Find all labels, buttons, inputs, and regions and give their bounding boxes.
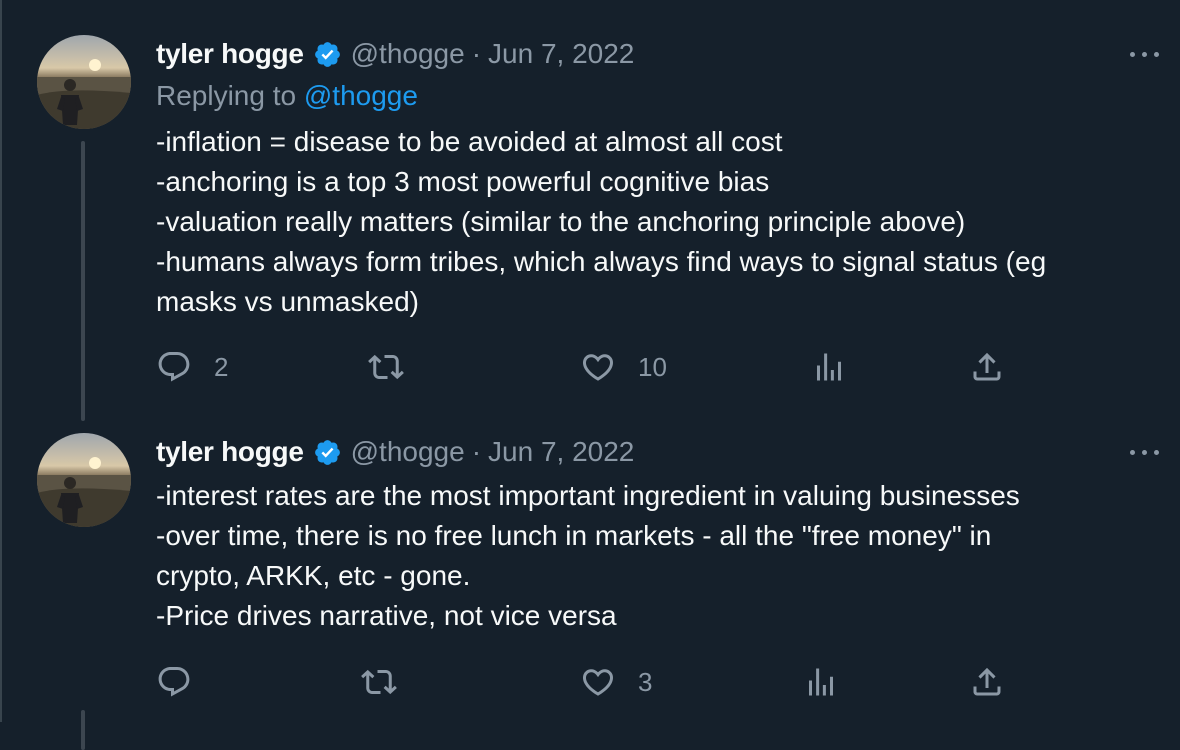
reply-icon <box>158 352 190 382</box>
replying-to: Replying to @thogge <box>156 80 418 112</box>
tweet-actions: 3 <box>156 662 1016 702</box>
thread-connector <box>81 141 85 421</box>
separator: · <box>471 436 482 467</box>
tweet-header: tyler hogge @thogge · Jun 7, 2022 <box>156 432 634 472</box>
tweet[interactable]: tyler hogge @thogge · Jun 7, 2022 -inter… <box>0 412 1180 750</box>
tweet-line: -anchoring is a top 3 most powerful cogn… <box>156 166 770 197</box>
share-button[interactable] <box>969 662 1005 702</box>
tweet-line: -over time, there is no free lunch in ma… <box>156 520 992 551</box>
tweet-line: -inflation = disease to be avoided at al… <box>156 126 783 157</box>
avatar[interactable] <box>37 433 131 527</box>
thread-connector <box>81 710 85 750</box>
author-handle[interactable]: @thogge <box>351 38 465 70</box>
tweet[interactable]: tyler hogge @thogge · Jun 7, 2022 Replyi… <box>0 0 1180 421</box>
tweet-line: crypto, ARKK, etc - gone. <box>156 560 471 591</box>
like-count: 10 <box>638 351 667 382</box>
share-icon <box>973 667 1001 696</box>
author-handle[interactable]: @thogge <box>351 436 465 468</box>
tweet-text: -inflation = disease to be avoided at al… <box>156 122 1166 322</box>
views-icon <box>817 353 841 381</box>
tweet-actions: 2 10 <box>156 347 1016 387</box>
tweet-header: tyler hogge @thogge · Jun 7, 2022 <box>156 34 634 74</box>
like-button[interactable]: 3 <box>580 662 652 702</box>
reply-button[interactable]: 2 <box>156 347 228 387</box>
avatar[interactable] <box>37 35 131 129</box>
replying-mention-link[interactable]: @thogge <box>304 80 418 111</box>
retweet-icon <box>368 354 404 380</box>
reply-icon <box>158 667 190 697</box>
views-button[interactable] <box>811 347 847 387</box>
share-button[interactable] <box>969 347 1005 387</box>
more-icon[interactable] <box>1128 44 1162 64</box>
author-name[interactable]: tyler hogge <box>156 38 304 70</box>
verified-badge-icon <box>314 41 340 67</box>
reply-button[interactable] <box>156 662 214 702</box>
views-button[interactable] <box>803 662 839 702</box>
retweet-icon <box>361 669 397 695</box>
tweet-text: -interest rates are the most important i… <box>156 476 1166 636</box>
tweet-date[interactable]: Jun 7, 2022 <box>488 38 634 70</box>
tweet-line: -interest rates are the most important i… <box>156 480 1020 511</box>
reply-count: 2 <box>214 351 229 382</box>
tweet-line: masks vs unmasked) <box>156 286 419 317</box>
retweet-button[interactable] <box>361 662 419 702</box>
share-icon <box>973 352 1001 381</box>
author-name[interactable]: tyler hogge <box>156 436 304 468</box>
verified-badge-icon <box>314 439 340 465</box>
like-icon <box>582 669 614 696</box>
replying-label: Replying to <box>156 80 297 111</box>
retweet-button[interactable] <box>368 347 426 387</box>
separator: · <box>471 38 482 69</box>
views-icon <box>809 668 833 696</box>
tweet-line: -Price drives narrative, not vice versa <box>156 600 617 631</box>
tweet-line: -humans always form tribes, which always… <box>156 246 1047 277</box>
like-count: 3 <box>638 666 653 697</box>
tweet-date[interactable]: Jun 7, 2022 <box>488 436 634 468</box>
tweet-line: -valuation really matters (similar to th… <box>156 206 966 237</box>
like-button[interactable]: 10 <box>580 347 667 387</box>
more-icon[interactable] <box>1128 442 1162 462</box>
like-icon <box>582 354 614 381</box>
